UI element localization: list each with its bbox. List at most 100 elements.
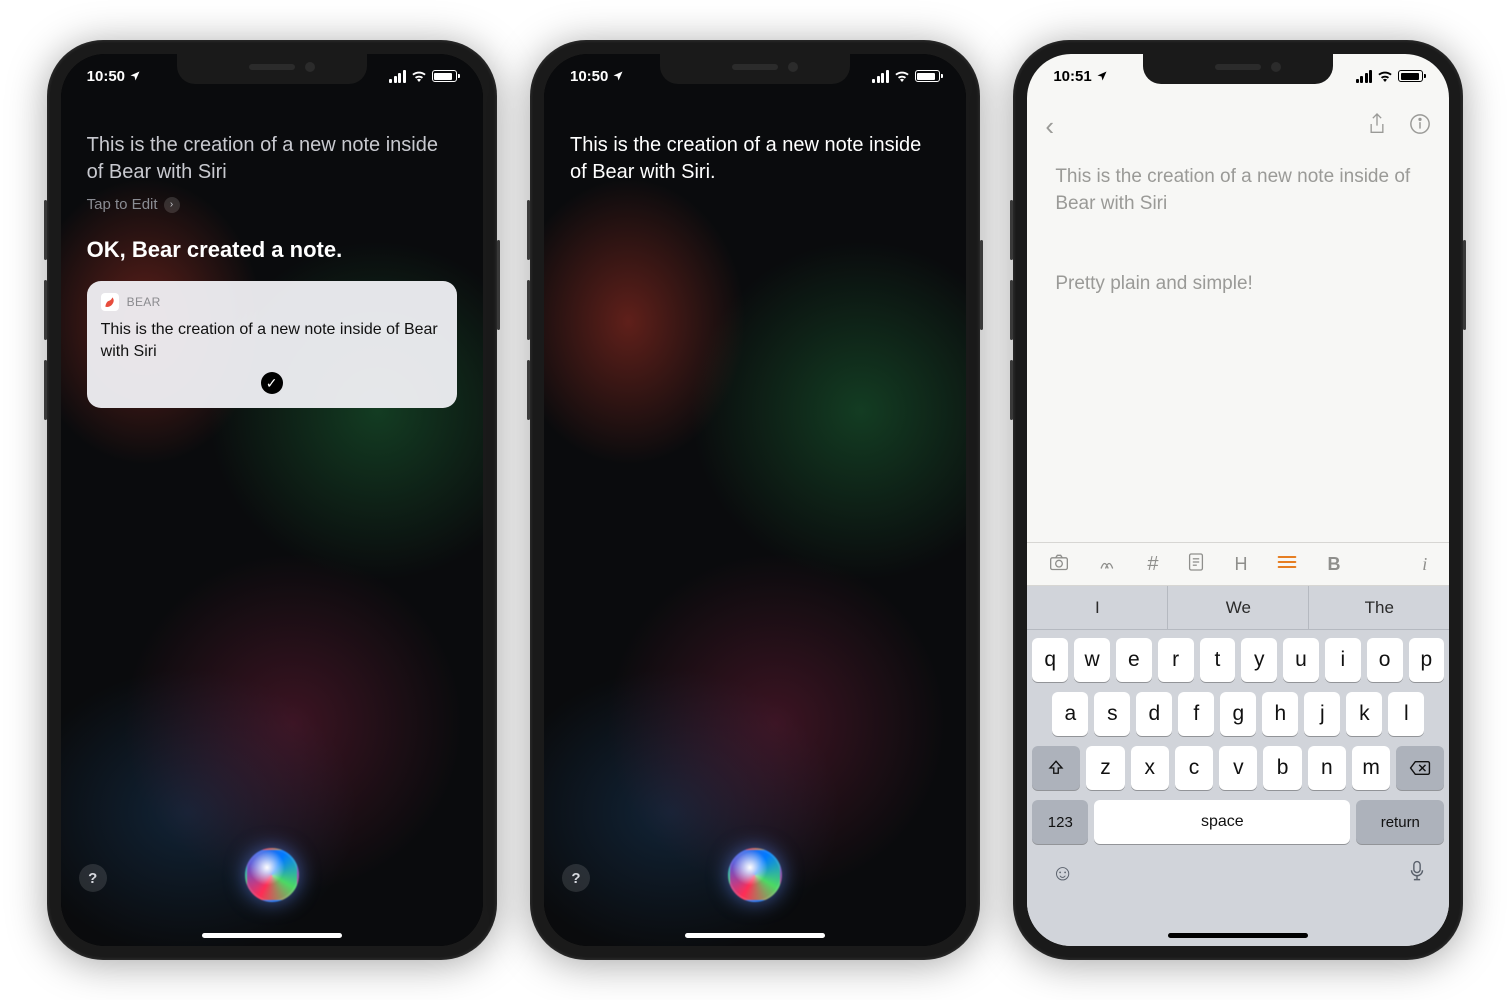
- sketch-tool[interactable]: [1099, 553, 1117, 576]
- key-t[interactable]: t: [1200, 638, 1236, 682]
- screen-siri-result: 10:50 This is the creation of a new note…: [61, 54, 483, 946]
- siri-transcript[interactable]: This is the creation of a new note insid…: [87, 132, 457, 186]
- key-backspace[interactable]: [1396, 746, 1444, 790]
- wifi-icon: [894, 70, 910, 82]
- key-o[interactable]: o: [1367, 638, 1403, 682]
- list-tool[interactable]: [1277, 554, 1297, 575]
- key-r[interactable]: r: [1158, 638, 1194, 682]
- info-button[interactable]: [1409, 113, 1431, 140]
- card-app-name: BEAR: [127, 295, 161, 309]
- bear-nav-bar: ‹: [1027, 104, 1449, 148]
- notch: [1143, 54, 1333, 84]
- key-numbers[interactable]: 123: [1032, 800, 1088, 844]
- italic-tool[interactable]: i: [1422, 554, 1427, 575]
- card-note-text: This is the creation of a new note insid…: [101, 319, 443, 362]
- format-toolbar: # H B i: [1027, 542, 1449, 586]
- suggestion-1[interactable]: I: [1027, 586, 1167, 629]
- key-space[interactable]: space: [1094, 800, 1350, 844]
- screen-siri-listening: 10:50 This is the creation of a new note…: [544, 54, 966, 946]
- key-a[interactable]: a: [1052, 692, 1088, 736]
- key-x[interactable]: x: [1131, 746, 1169, 790]
- suggestion-3[interactable]: The: [1308, 586, 1449, 629]
- location-icon: [1096, 70, 1108, 82]
- siri-orb-icon[interactable]: [728, 848, 782, 902]
- key-g[interactable]: g: [1220, 692, 1256, 736]
- heading-tool[interactable]: H: [1234, 554, 1247, 575]
- siri-transcript[interactable]: This is the creation of a new note insid…: [570, 132, 940, 186]
- bear-note-card[interactable]: BEAR This is the creation of a new note …: [87, 281, 457, 408]
- key-c[interactable]: c: [1175, 746, 1213, 790]
- chevron-right-icon: ›: [164, 197, 180, 213]
- notch: [177, 54, 367, 84]
- screen-bear-editor: 10:51 ‹: [1027, 54, 1449, 946]
- camera-tool[interactable]: [1049, 553, 1069, 576]
- tap-to-edit-button[interactable]: Tap to Edit ›: [87, 196, 457, 213]
- battery-icon: [1398, 70, 1423, 82]
- key-h[interactable]: h: [1262, 692, 1298, 736]
- key-row-3: z x c v b n m: [1032, 746, 1444, 790]
- siri-orb-icon[interactable]: [245, 848, 299, 902]
- key-b[interactable]: b: [1263, 746, 1301, 790]
- key-shift[interactable]: [1032, 746, 1080, 790]
- key-n[interactable]: n: [1308, 746, 1346, 790]
- key-row-1: q w e r t y u i o p: [1032, 638, 1444, 682]
- key-f[interactable]: f: [1178, 692, 1214, 736]
- cellular-icon: [389, 70, 406, 83]
- tap-to-edit-label: Tap to Edit: [87, 196, 158, 213]
- note-title[interactable]: This is the creation of a new note insid…: [1055, 164, 1421, 217]
- bold-tool[interactable]: B: [1327, 554, 1340, 575]
- ios-keyboard: I We The q w e r t y u i o p a: [1027, 586, 1449, 946]
- location-icon: [129, 70, 141, 82]
- hashtag-tool[interactable]: #: [1147, 553, 1158, 576]
- back-button[interactable]: ‹: [1045, 111, 1054, 142]
- key-l[interactable]: l: [1388, 692, 1424, 736]
- key-p[interactable]: p: [1409, 638, 1445, 682]
- cellular-icon: [872, 70, 889, 83]
- notch: [660, 54, 850, 84]
- key-j[interactable]: j: [1304, 692, 1340, 736]
- wifi-icon: [1377, 70, 1393, 82]
- iphone-frame-3: 10:51 ‹: [1013, 40, 1463, 960]
- key-y[interactable]: y: [1241, 638, 1277, 682]
- cellular-icon: [1356, 70, 1373, 83]
- keyboard-footer: ☺: [1027, 854, 1449, 888]
- check-icon: ✓: [261, 372, 283, 394]
- bear-app-icon: [101, 293, 119, 311]
- key-k[interactable]: k: [1346, 692, 1382, 736]
- iphone-frame-1: 10:50 This is the creation of a new note…: [47, 40, 497, 960]
- home-indicator[interactable]: [685, 933, 825, 938]
- key-z[interactable]: z: [1086, 746, 1124, 790]
- key-v[interactable]: v: [1219, 746, 1257, 790]
- key-s[interactable]: s: [1094, 692, 1130, 736]
- home-indicator[interactable]: [202, 933, 342, 938]
- wifi-icon: [411, 70, 427, 82]
- keyboard-suggestions: I We The: [1027, 586, 1449, 630]
- note-tool[interactable]: [1188, 552, 1204, 577]
- key-row-4: 123 space return: [1032, 800, 1444, 844]
- iphone-frame-2: 10:50 This is the creation of a new note…: [530, 40, 980, 960]
- key-d[interactable]: d: [1136, 692, 1172, 736]
- card-confirm-check: ✓: [101, 372, 443, 394]
- home-indicator[interactable]: [1168, 933, 1308, 938]
- suggestion-2[interactable]: We: [1167, 586, 1308, 629]
- status-time: 10:50: [570, 68, 608, 85]
- key-q[interactable]: q: [1032, 638, 1068, 682]
- dictation-button[interactable]: [1409, 860, 1425, 888]
- battery-icon: [432, 70, 457, 82]
- key-u[interactable]: u: [1283, 638, 1319, 682]
- siri-content: This is the creation of a new note insid…: [61, 54, 483, 946]
- key-return[interactable]: return: [1356, 800, 1444, 844]
- share-button[interactable]: [1367, 112, 1387, 141]
- siri-content: This is the creation of a new note insid…: [544, 54, 966, 946]
- key-i[interactable]: i: [1325, 638, 1361, 682]
- key-w[interactable]: w: [1074, 638, 1110, 682]
- note-body[interactable]: Pretty plain and simple!: [1055, 273, 1421, 295]
- battery-icon: [915, 70, 940, 82]
- key-m[interactable]: m: [1352, 746, 1390, 790]
- location-icon: [612, 70, 624, 82]
- key-e[interactable]: e: [1116, 638, 1152, 682]
- emoji-button[interactable]: ☺: [1051, 860, 1073, 888]
- key-row-2: a s d f g h j k l: [1032, 692, 1444, 736]
- siri-help-button[interactable]: ?: [79, 864, 107, 892]
- siri-help-button[interactable]: ?: [562, 864, 590, 892]
